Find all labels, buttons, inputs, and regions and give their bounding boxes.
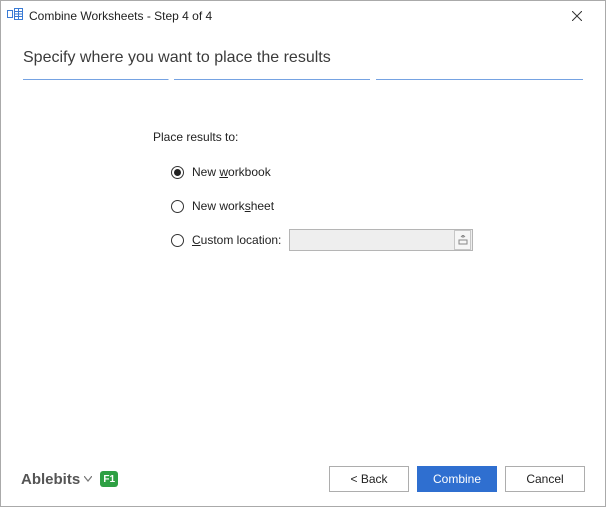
radio-new-workbook[interactable] [171, 166, 184, 179]
custom-location-input[interactable] [290, 230, 453, 250]
cancel-button[interactable]: Cancel [505, 466, 585, 492]
option-new-workbook[interactable]: New workbook [171, 162, 583, 182]
radio-new-worksheet[interactable] [171, 200, 184, 213]
option-new-worksheet[interactable]: New worksheet [171, 196, 583, 216]
page-heading: Specify where you want to place the resu… [23, 45, 583, 79]
collapse-dialog-icon [458, 235, 468, 245]
custom-location-field [289, 229, 473, 251]
option-custom-location[interactable]: Custom location: [171, 230, 583, 250]
brand-label: Ablebits [21, 471, 80, 488]
radio-label-new-worksheet[interactable]: New worksheet [192, 199, 274, 213]
titlebar: Combine Worksheets - Step 4 of 4 [1, 1, 605, 31]
group-label: Place results to: [153, 130, 583, 144]
radio-label-custom-location[interactable]: Custom location: [192, 233, 281, 247]
combine-worksheets-icon [7, 8, 23, 24]
chevron-down-icon [84, 474, 92, 485]
range-picker-button[interactable] [454, 230, 471, 250]
radio-label-new-workbook[interactable]: New workbook [192, 165, 271, 179]
window-title: Combine Worksheets - Step 4 of 4 [29, 9, 212, 23]
footer: Ablebits F1 < Back Combine Cancel [1, 455, 605, 506]
back-button[interactable]: < Back [329, 466, 409, 492]
content-area: Specify where you want to place the resu… [1, 31, 605, 455]
radio-custom-location[interactable] [171, 234, 184, 247]
brand-link[interactable]: Ablebits [21, 471, 92, 488]
form-area: Place results to: New workbook New works… [23, 80, 583, 264]
close-button[interactable] [557, 3, 597, 29]
dialog-window: Combine Worksheets - Step 4 of 4 Specify… [0, 0, 606, 507]
close-icon [572, 11, 582, 21]
help-button[interactable]: F1 [100, 471, 118, 487]
divider [23, 79, 583, 80]
combine-button[interactable]: Combine [417, 466, 497, 492]
